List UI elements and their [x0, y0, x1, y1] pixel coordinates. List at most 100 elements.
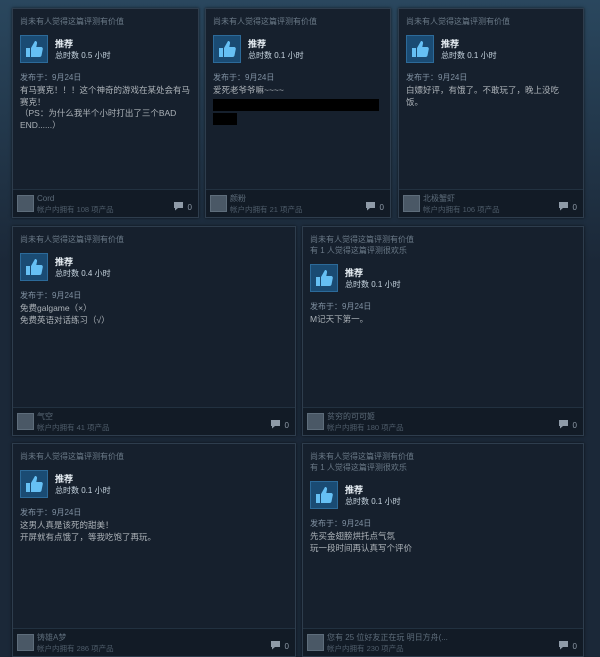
post-date: 发布于：9月24日	[20, 508, 82, 517]
helpful-line: 尚未有人觉得这篇评测有价值	[20, 235, 124, 244]
review-body-line: 开屏就有点饿了，等我吃饱了再玩。	[20, 531, 157, 542]
playtime-hours: 总时数 0.1 小时	[55, 485, 111, 495]
review-footer: 气空 帐户内拥有 41 项产品 0	[13, 407, 295, 435]
helpful-count: 尚未有人觉得这篇评测有价值	[13, 227, 295, 245]
comment-count: 0	[572, 641, 577, 651]
products-owned: 帐户内拥有 286 项产品	[37, 644, 114, 653]
products-owned: 帐户内拥有 230 项产品	[327, 644, 404, 653]
review-body: 白嫖好评，有饿了。不敢玩了，晚上没吃饭。	[406, 85, 575, 108]
avatar[interactable]	[307, 413, 324, 430]
review-footer: 颜粉 帐户内拥有 21 项产品 0	[206, 189, 390, 217]
comment-icon	[270, 637, 281, 655]
review-card[interactable]: 尚未有人觉得这篇评测有价值有 1 人觉得这篇评测很欢乐推荐 总时数 0.1 小时发…	[302, 226, 584, 436]
comment-count: 0	[187, 202, 192, 212]
recommendation[interactable]: 推荐 总时数 0.1 小时	[310, 264, 583, 292]
comment-icon	[173, 198, 184, 216]
review-card[interactable]: 尚未有人觉得这篇评测有价值推荐 总时数 0.1 小时发布于：9月24日白嫖好评，有…	[398, 8, 584, 218]
helpful-count: 尚未有人觉得这篇评测有价值	[13, 444, 295, 462]
review-body-line: 玩一段时间再认真写个评价	[310, 542, 413, 553]
username[interactable]: 您有 25 位好友正在玩 明日方舟(...	[327, 633, 448, 643]
comment-button[interactable]: 0	[558, 416, 577, 434]
thumbs-up-icon	[20, 35, 48, 63]
review-body-line: 先买金翅膀烘托点气氛	[310, 531, 396, 541]
helpful-count: 尚未有人觉得这篇评测有价值	[399, 9, 583, 27]
username[interactable]: 铸雄A梦	[37, 633, 66, 643]
review-body-line: （PS：为什么我半个小时打出了三个BAD	[20, 108, 177, 118]
avatar[interactable]	[210, 195, 227, 212]
comment-button[interactable]: 0	[558, 637, 577, 655]
review-card[interactable]: 尚未有人觉得这篇评测有价值推荐 总时数 0.5 小时发布于：9月24日有马赛克！！…	[12, 8, 199, 218]
comment-button[interactable]: 0	[558, 198, 577, 216]
avatar[interactable]	[17, 634, 34, 651]
redacted-block	[213, 112, 237, 125]
comment-count: 0	[379, 202, 384, 212]
recommendation[interactable]: 推荐 总时数 0.1 小时	[213, 35, 390, 63]
recommended-label: 推荐	[345, 484, 364, 495]
recommended-label: 推荐	[55, 256, 74, 267]
review-body-line: 爱死老爷爷嘛~~~~	[213, 85, 284, 95]
products-owned: 帐户内拥有 180 项产品	[327, 423, 404, 432]
review-body: 先买金翅膀烘托点气氛 玩一段时间再认真写个评价	[310, 531, 575, 554]
recommendation[interactable]: 推荐 总时数 0.4 小时	[20, 253, 295, 281]
username[interactable]: 气空	[37, 412, 53, 422]
comment-count: 0	[284, 641, 289, 651]
products-owned: 帐户内拥有 106 项产品	[423, 205, 500, 214]
avatar[interactable]	[17, 195, 34, 212]
username[interactable]: Cord	[37, 194, 54, 204]
review-card[interactable]: 尚未有人觉得这篇评测有价值推荐 总时数 0.1 小时发布于：9月24日这男人真是该…	[12, 443, 296, 657]
username[interactable]: 贫穷的可可姬	[327, 412, 375, 422]
helpful-line: 尚未有人觉得这篇评测有价值	[310, 235, 414, 244]
recommendation[interactable]: 推荐 总时数 0.5 小时	[20, 35, 198, 63]
helpful-count: 尚未有人觉得这篇评测有价值有 1 人觉得这篇评测很欢乐	[303, 444, 583, 473]
avatar[interactable]	[403, 195, 420, 212]
review-body: 这男人真是该死的甜美！ 开屏就有点饿了，等我吃饱了再玩。	[20, 520, 287, 543]
recommendation[interactable]: 推荐 总时数 0.1 小时	[310, 481, 583, 509]
post-date: 发布于：9月24日	[213, 73, 275, 82]
review-body-line: M记天下第一。	[310, 314, 369, 324]
helpful-count: 尚未有人觉得这篇评测有价值	[13, 9, 198, 27]
recommended-label: 推荐	[345, 267, 364, 278]
helpful-line: 有 1 人觉得这篇评测很欢乐	[310, 246, 407, 255]
post-date: 发布于：9月24日	[406, 73, 468, 82]
recommendation[interactable]: 推荐 总时数 0.1 小时	[20, 470, 295, 498]
post-date: 发布于：9月24日	[310, 519, 372, 528]
username[interactable]: 颜粉	[230, 194, 246, 204]
post-date: 发布于：9月24日	[310, 302, 372, 311]
products-owned: 帐户内拥有 41 项产品	[37, 423, 110, 432]
thumbs-up-icon	[310, 264, 338, 292]
recommendation[interactable]: 推荐 总时数 0.1 小时	[406, 35, 583, 63]
helpful-count: 尚未有人觉得这篇评测有价值	[206, 9, 390, 27]
comment-button[interactable]: 0	[173, 198, 192, 216]
comment-button[interactable]: 0	[270, 637, 289, 655]
playtime-hours: 总时数 0.1 小时	[345, 279, 401, 289]
helpful-line: 尚未有人觉得这篇评测有价值	[20, 17, 124, 26]
review-card[interactable]: 尚未有人觉得这篇评测有价值推荐 总时数 0.1 小时发布于：9月24日 爱死老爷爷嘛…	[205, 8, 391, 218]
comment-icon	[558, 416, 569, 434]
review-card[interactable]: 尚未有人觉得这篇评测有价值有 1 人觉得这篇评测很欢乐推荐 总时数 0.1 小时发…	[302, 443, 584, 657]
playtime-hours: 总时数 0.5 小时	[55, 50, 111, 60]
comment-icon	[270, 416, 281, 434]
post-date: 发布于：9月24日	[20, 73, 82, 82]
thumbs-up-icon	[310, 481, 338, 509]
review-footer: 北极蟹虾 帐户内拥有 106 项产品 0	[399, 189, 583, 217]
review-body: M记天下第一。	[310, 314, 575, 326]
thumbs-up-icon	[406, 35, 434, 63]
review-footer: 铸雄A梦 帐户内拥有 286 项产品 0	[13, 628, 295, 656]
username[interactable]: 北极蟹虾	[423, 194, 455, 204]
helpful-count: 尚未有人觉得这篇评测有价值有 1 人觉得这篇评测很欢乐	[303, 227, 583, 256]
comment-button[interactable]: 0	[365, 198, 384, 216]
review-body: 免费galgame（×） 免费英语对话练习（√）	[20, 303, 287, 326]
thumbs-up-icon	[213, 35, 241, 63]
avatar[interactable]	[17, 413, 34, 430]
playtime-hours: 总时数 0.1 小时	[345, 496, 401, 506]
review-body-line: 赛克！	[20, 96, 46, 107]
comment-button[interactable]: 0	[270, 416, 289, 434]
review-footer: 您有 25 位好友正在玩 明日方舟(... 帐户内拥有 230 项产品 0	[303, 628, 583, 656]
playtime-hours: 总时数 0.1 小时	[248, 50, 304, 60]
recommended-label: 推荐	[248, 38, 267, 49]
avatar[interactable]	[307, 634, 324, 651]
review-card[interactable]: 尚未有人觉得这篇评测有价值 推荐 总时数 0.4 小时 发布于：9月24日 免费galg…	[12, 226, 296, 436]
comment-icon	[365, 198, 376, 216]
review-body: 有马赛克！！！这个神奇的游戏在某处会有马 赛克！ （PS：为什么我半个小时打出了三个…	[20, 85, 190, 131]
comment-icon	[558, 198, 569, 216]
